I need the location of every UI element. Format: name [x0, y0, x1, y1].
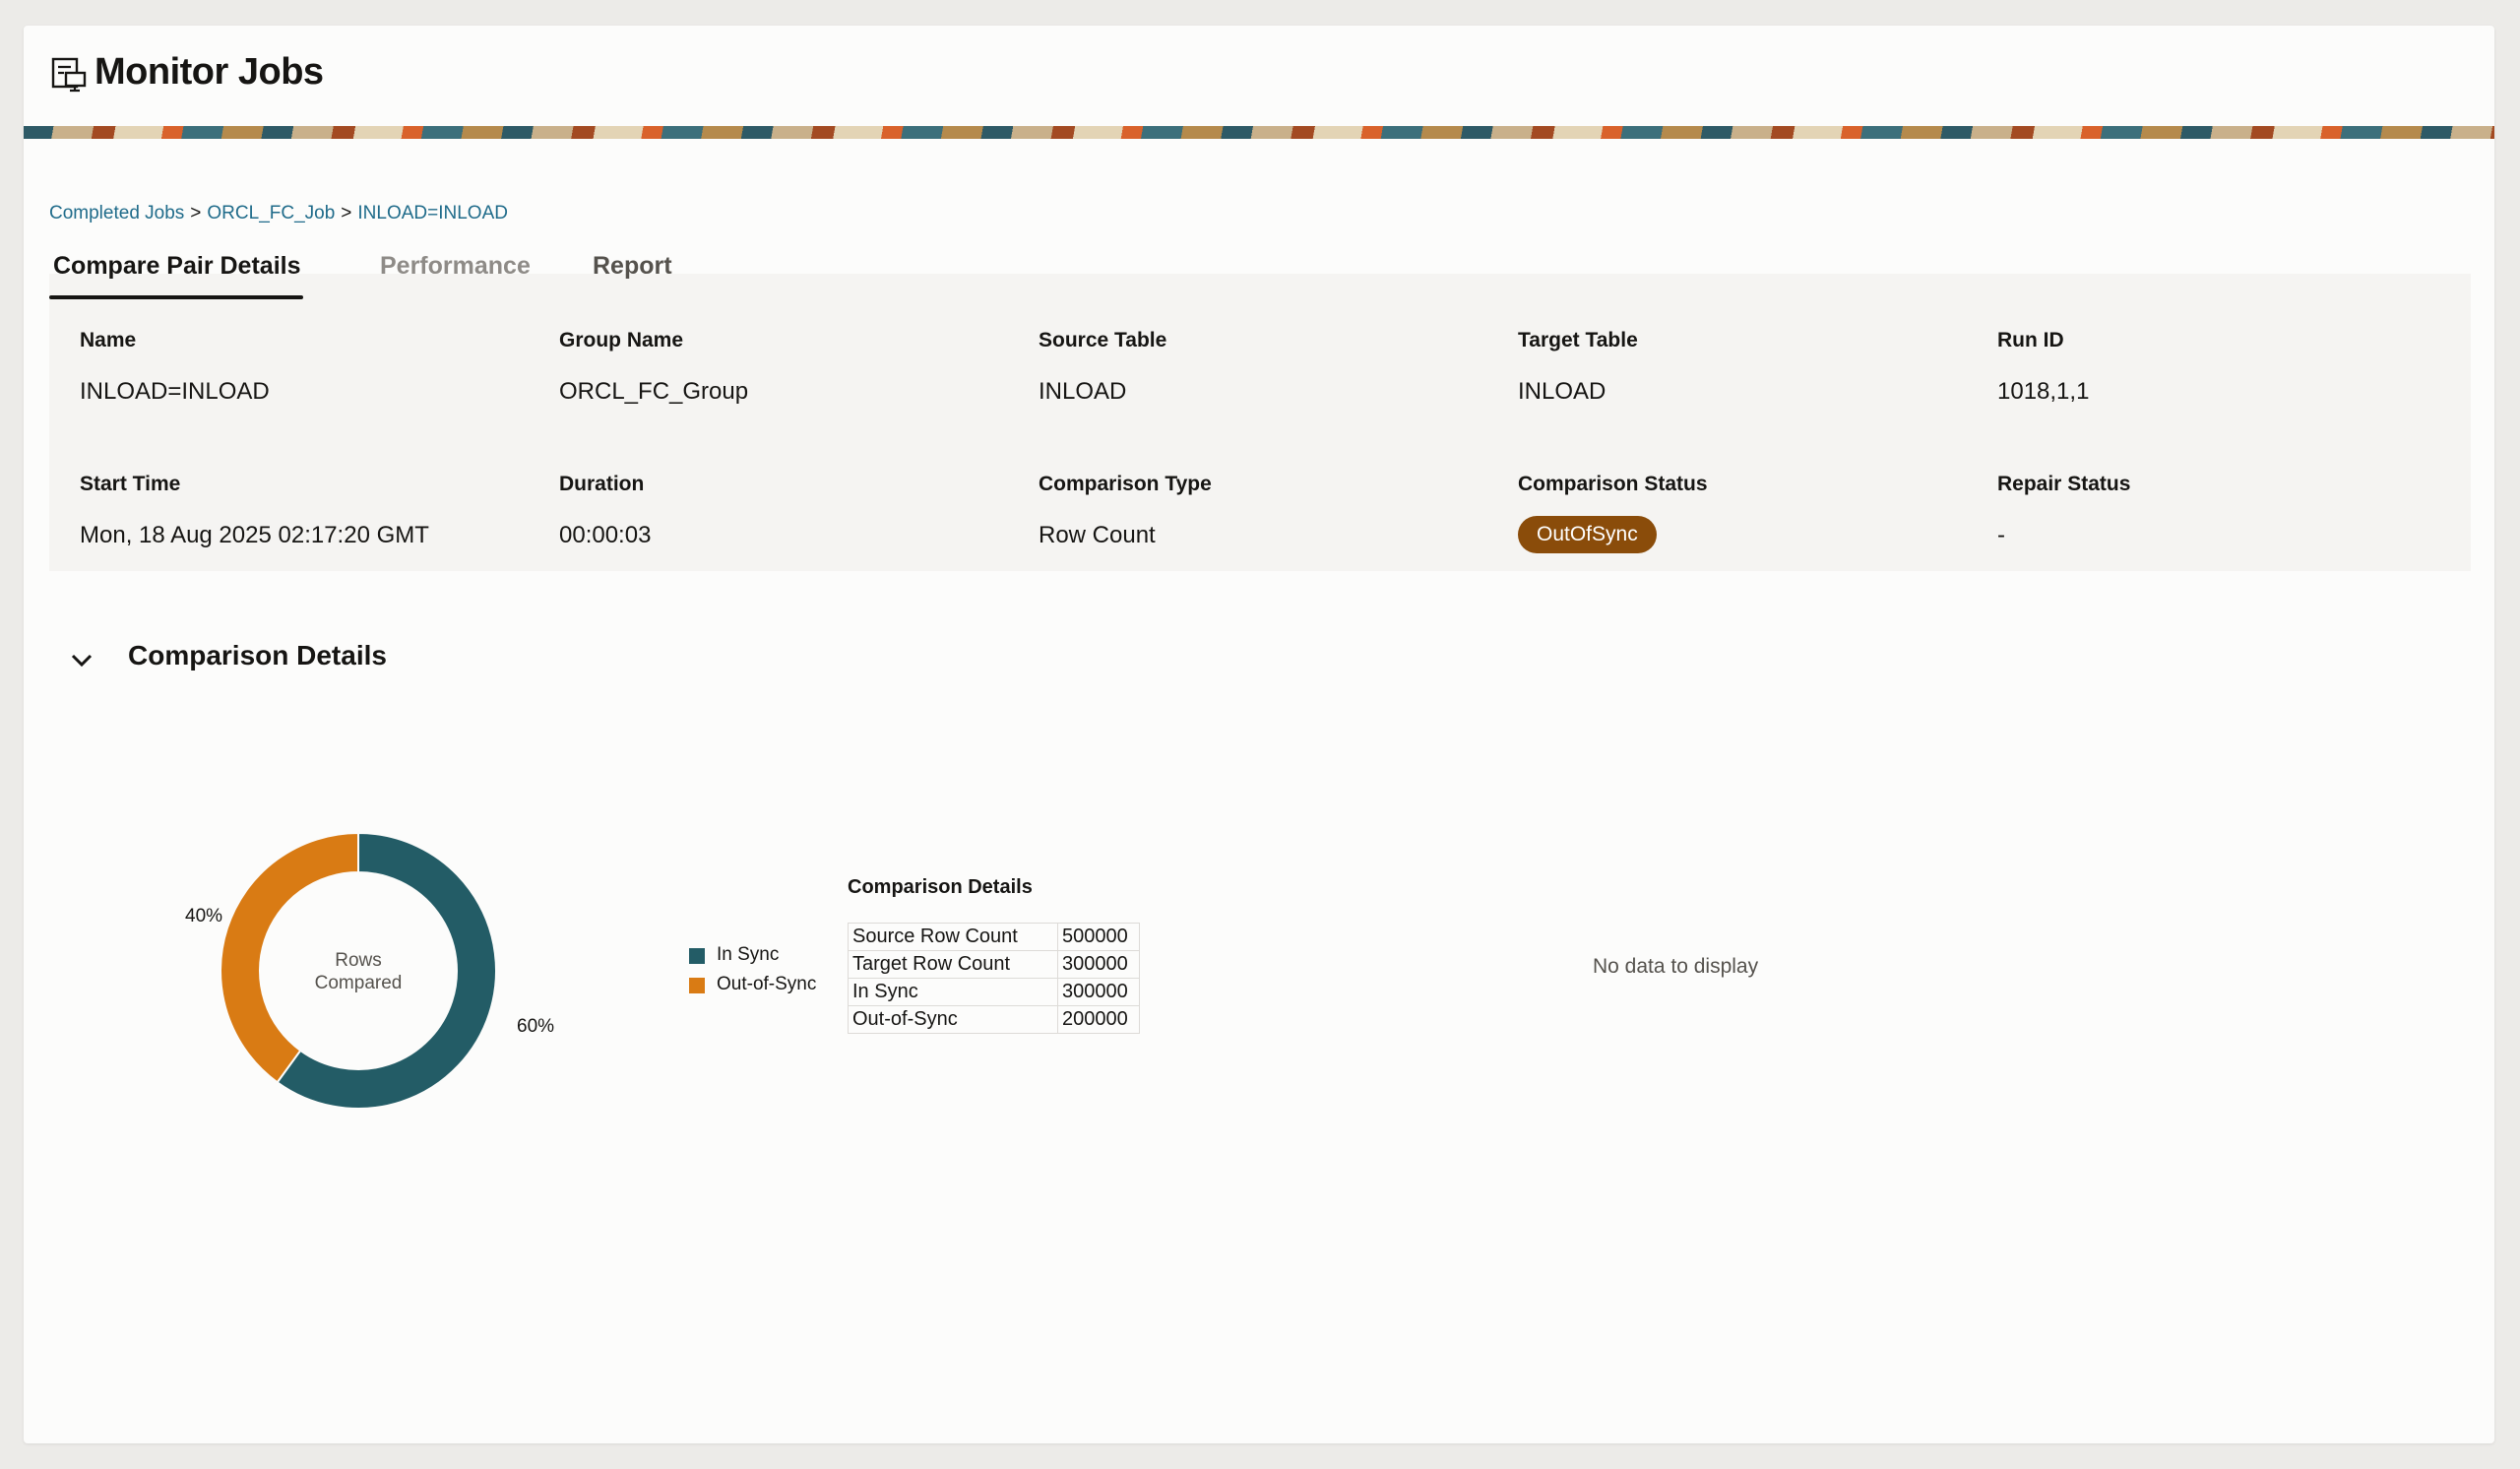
page-title: Monitor Jobs: [94, 51, 324, 93]
repair-status-label: Repair Status: [1997, 473, 2131, 495]
start-time-field: Start Time Mon, 18 Aug 2025 02:17:20 GMT: [80, 473, 533, 549]
legend-label: In Sync: [717, 944, 780, 965]
decorative-banner: [24, 126, 2494, 139]
comparison-type-label: Comparison Type: [1039, 473, 1212, 495]
start-time-label: Start Time: [80, 473, 181, 495]
donut-center-label: Rows Compared: [289, 949, 427, 994]
section-title: Comparison Details: [128, 640, 387, 671]
page-header: Monitor Jobs: [24, 26, 2494, 124]
in-sync-percent-label: 60%: [517, 1016, 555, 1037]
monitor-jobs-icon: [51, 57, 87, 93]
comparison-status-field: Comparison Status OutOfSync: [1518, 473, 1971, 553]
breadcrumb-completed-jobs[interactable]: Completed Jobs: [49, 203, 184, 224]
source-table-value: INLOAD: [1039, 378, 1127, 405]
repair-status-field: Repair Status -: [1997, 473, 2450, 549]
start-time-value: Mon, 18 Aug 2025 02:17:20 GMT: [80, 522, 429, 548]
breadcrumb-separator: >: [190, 203, 202, 224]
name-field: Name INLOAD=INLOAD: [80, 329, 533, 406]
comparison-type-value: Row Count: [1039, 522, 1156, 548]
table-row: Out-of-Sync 200000: [848, 1005, 1140, 1034]
name-value: INLOAD=INLOAD: [80, 378, 270, 405]
rows-compared-donut-chart: Rows Compared 60% 40%: [171, 803, 585, 1138]
table-row: In Sync 300000: [848, 978, 1140, 1006]
legend-label: Out-of-Sync: [717, 974, 817, 994]
donut-center-line-2: Compared: [314, 973, 403, 993]
donut-center-line-1: Rows: [335, 950, 382, 971]
target-table-value: INLOAD: [1518, 378, 1606, 405]
comparison-details-table-title: Comparison Details: [848, 876, 1033, 898]
source-table-label: Source Table: [1039, 329, 1167, 351]
table-row: Source Row Count 500000: [848, 923, 1140, 951]
run-id-value: 1018,1,1: [1997, 378, 2090, 405]
table-cell: Target Row Count: [848, 950, 1058, 979]
table-cell: 200000: [1057, 1005, 1140, 1034]
table-cell: 300000: [1057, 978, 1140, 1006]
tab-report[interactable]: Report: [593, 252, 672, 281]
table-cell: 500000: [1057, 923, 1140, 951]
compare-pair-details-panel: Name INLOAD=INLOAD Group Name ORCL_FC_Gr…: [49, 274, 2471, 571]
run-id-label: Run ID: [1997, 329, 2064, 351]
out-of-sync-percent-label: 40%: [185, 906, 223, 926]
source-table-field: Source Table INLOAD: [1039, 329, 1491, 406]
breadcrumb-job[interactable]: ORCL_FC_Job: [207, 203, 335, 224]
group-name-value: ORCL_FC_Group: [559, 378, 749, 405]
table-row: Target Row Count 300000: [848, 950, 1140, 979]
breadcrumb-separator: >: [341, 203, 352, 224]
comparison-details-table: Source Row Count 500000 Target Row Count…: [848, 923, 1140, 1034]
table-cell: In Sync: [848, 978, 1058, 1006]
status-badge: OutOfSync: [1518, 516, 1657, 553]
comparison-type-field: Comparison Type Row Count: [1039, 473, 1491, 549]
breadcrumb: Completed Jobs > ORCL_FC_Job > INLOAD=INLOAD: [49, 203, 508, 224]
chevron-down-icon[interactable]: [71, 654, 93, 668]
no-data-message: No data to display: [1593, 955, 1759, 978]
legend-swatch: [689, 948, 705, 964]
monitor-jobs-page: Monitor Jobs Completed Jobs > ORCL_FC_Job >…: [24, 26, 2494, 1443]
table-cell: Source Row Count: [848, 923, 1058, 951]
table-cell: Out-of-Sync: [848, 1005, 1058, 1034]
duration-value: 00:00:03: [559, 522, 652, 548]
duration-label: Duration: [559, 473, 645, 495]
group-name-label: Group Name: [559, 329, 684, 351]
duration-field: Duration 00:00:03: [559, 473, 1012, 549]
run-id-field: Run ID 1018,1,1: [1997, 329, 2450, 406]
active-tab-indicator: [49, 295, 303, 299]
legend-swatch: [689, 978, 705, 993]
table-cell: 300000: [1057, 950, 1140, 979]
tab-performance[interactable]: Performance: [380, 252, 531, 281]
name-label: Name: [80, 329, 137, 351]
target-table-field: Target Table INLOAD: [1518, 329, 1971, 406]
group-name-field: Group Name ORCL_FC_Group: [559, 329, 1012, 406]
repair-status-value: -: [1997, 522, 2005, 548]
target-table-label: Target Table: [1518, 329, 1638, 351]
breadcrumb-compare-pair[interactable]: INLOAD=INLOAD: [357, 203, 508, 224]
tab-compare-pair-details[interactable]: Compare Pair Details: [53, 252, 301, 281]
comparison-status-label: Comparison Status: [1518, 473, 1708, 495]
